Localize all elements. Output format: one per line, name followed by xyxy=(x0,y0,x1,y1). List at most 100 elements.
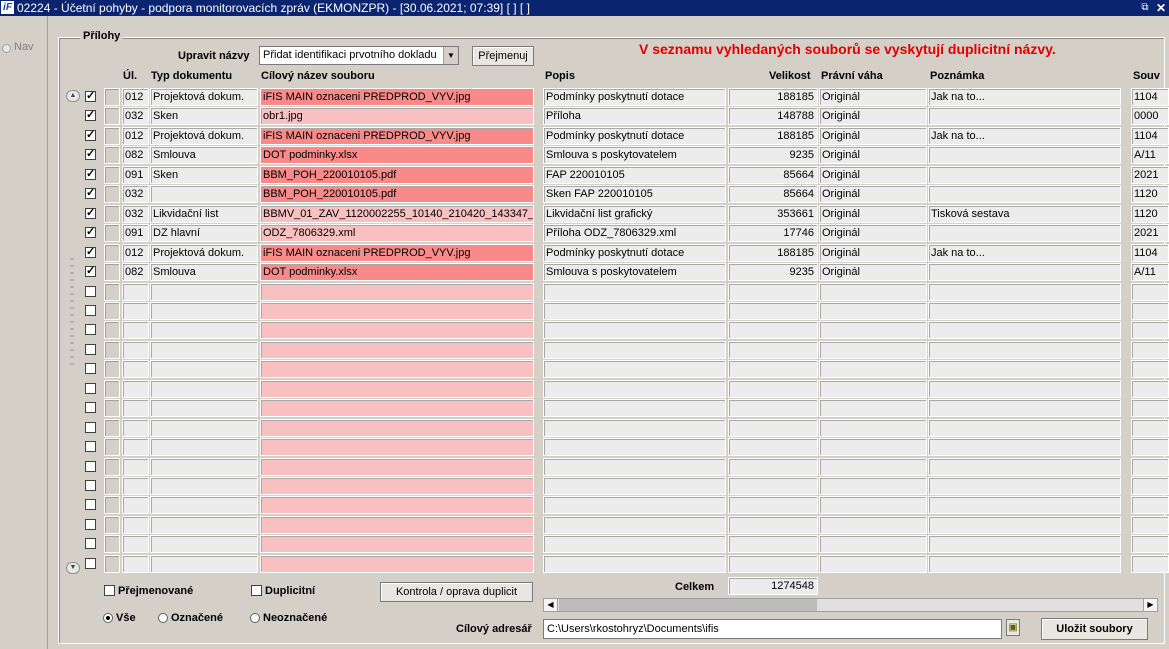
cell-pravni[interactable] xyxy=(819,516,927,534)
cell-poznamka[interactable] xyxy=(928,263,1121,281)
cell-poznamka[interactable] xyxy=(928,321,1121,339)
cell-poznamka[interactable] xyxy=(928,360,1121,378)
cell-ul[interactable] xyxy=(122,419,149,437)
cell-typ[interactable] xyxy=(150,399,258,417)
cell-souv[interactable] xyxy=(1131,438,1169,456)
row-selector[interactable] xyxy=(104,244,120,262)
cell-poznamka[interactable] xyxy=(928,496,1121,514)
cell-velikost[interactable] xyxy=(728,458,818,476)
row-selector[interactable] xyxy=(104,185,120,203)
cell-typ[interactable]: Likvidační list xyxy=(150,205,258,223)
row-checkbox[interactable]: ✓ xyxy=(85,149,96,160)
cell-cil[interactable] xyxy=(260,380,534,398)
row-selector[interactable] xyxy=(104,477,120,495)
cell-velikost[interactable]: 353661 xyxy=(728,205,818,223)
cell-ul[interactable]: 091 xyxy=(122,166,149,184)
horizontal-scroll-thumb[interactable] xyxy=(559,599,817,611)
cell-typ[interactable]: DZ hlavní xyxy=(150,224,258,242)
row-selector[interactable] xyxy=(104,166,120,184)
cell-cil[interactable] xyxy=(260,516,534,534)
cell-cil[interactable] xyxy=(260,302,534,320)
row-checkbox[interactable] xyxy=(85,519,96,530)
row-checkbox[interactable] xyxy=(85,402,96,413)
cell-pravni[interactable]: Originál xyxy=(819,263,927,281)
cell-popis[interactable]: Likvidační list grafický xyxy=(543,205,726,223)
cell-velikost[interactable]: 148788 xyxy=(728,107,818,125)
row-checkbox[interactable] xyxy=(85,363,96,374)
cell-velikost[interactable] xyxy=(728,419,818,437)
cell-cil[interactable] xyxy=(260,321,534,339)
grid-horizontal-scrollbar[interactable]: ◀ ▶ xyxy=(543,598,1158,612)
cell-souv[interactable] xyxy=(1131,555,1169,573)
row-checkbox[interactable]: ✓ xyxy=(85,247,96,258)
cell-popis[interactable]: Podmínky poskytnutí dotace xyxy=(543,244,726,262)
cell-souv[interactable]: 1120 xyxy=(1131,185,1169,203)
cell-velikost[interactable]: 85664 xyxy=(728,166,818,184)
check-duplicates-button[interactable]: Kontrola / oprava duplicit xyxy=(380,582,533,602)
cell-typ[interactable] xyxy=(150,438,258,456)
cell-ul[interactable]: 012 xyxy=(122,127,149,145)
cell-typ[interactable] xyxy=(150,283,258,301)
cell-pravni[interactable] xyxy=(819,341,927,359)
cell-cil[interactable]: iFIS MAIN oznaceni PREDPROD_VYV.jpg xyxy=(260,88,534,106)
cell-pravni[interactable] xyxy=(819,360,927,378)
cell-pravni[interactable] xyxy=(819,283,927,301)
cell-cil[interactable]: BBM_POH_220010105.pdf xyxy=(260,166,534,184)
cell-pravni[interactable]: Originál xyxy=(819,205,927,223)
row-checkbox[interactable] xyxy=(85,324,96,335)
cell-souv[interactable]: 2021 xyxy=(1131,224,1169,242)
cell-poznamka[interactable] xyxy=(928,477,1121,495)
cell-souv[interactable] xyxy=(1131,535,1169,553)
cell-velikost[interactable] xyxy=(728,516,818,534)
cell-poznamka[interactable] xyxy=(928,555,1121,573)
cell-velikost[interactable] xyxy=(728,321,818,339)
cell-typ[interactable]: Smlouva xyxy=(150,146,258,164)
cell-pravni[interactable] xyxy=(819,419,927,437)
scroll-left-icon[interactable]: ◀ xyxy=(544,599,558,611)
row-selector[interactable] xyxy=(104,205,120,223)
cell-souv[interactable] xyxy=(1131,360,1169,378)
cell-poznamka[interactable] xyxy=(928,146,1121,164)
target-dir-input[interactable]: C:\Users\rkostohryz\Documents\ifis xyxy=(543,619,1002,639)
row-selector[interactable] xyxy=(104,419,120,437)
cell-ul[interactable] xyxy=(122,438,149,456)
cell-souv[interactable] xyxy=(1131,380,1169,398)
cell-cil[interactable]: BBMV_01_ZAV_1120002255_10140_210420_1433… xyxy=(260,205,534,223)
cell-pravni[interactable]: Originál xyxy=(819,224,927,242)
cell-souv[interactable] xyxy=(1131,321,1169,339)
cell-cil[interactable] xyxy=(260,438,534,456)
cell-poznamka[interactable] xyxy=(928,380,1121,398)
cell-typ[interactable]: Projektová dokum. xyxy=(150,244,258,262)
duplicate-filter-checkbox[interactable] xyxy=(251,585,262,596)
cell-cil[interactable]: DOT podminky.xlsx xyxy=(260,263,534,281)
cell-poznamka[interactable] xyxy=(928,438,1121,456)
cell-velikost[interactable] xyxy=(728,477,818,495)
cell-popis[interactable]: Podmínky poskytnutí dotace xyxy=(543,127,726,145)
cell-ul[interactable] xyxy=(122,399,149,417)
cell-cil[interactable] xyxy=(260,535,534,553)
cell-ul[interactable] xyxy=(122,477,149,495)
row-selector[interactable] xyxy=(104,283,120,301)
cell-typ[interactable] xyxy=(150,185,258,203)
cell-velikost[interactable]: 17746 xyxy=(728,224,818,242)
cell-popis[interactable]: Příloha ODZ_7806329.xml xyxy=(543,224,726,242)
cell-ul[interactable]: 012 xyxy=(122,244,149,262)
rename-button[interactable]: Přejmenuj xyxy=(472,46,534,66)
cell-souv[interactable]: 2021 xyxy=(1131,166,1169,184)
cell-popis[interactable] xyxy=(543,458,726,476)
cell-typ[interactable]: Smlouva xyxy=(150,263,258,281)
cell-poznamka[interactable] xyxy=(928,185,1121,203)
cell-typ[interactable] xyxy=(150,419,258,437)
cell-poznamka[interactable] xyxy=(928,535,1121,553)
row-checkbox[interactable] xyxy=(85,305,96,316)
all-radio[interactable] xyxy=(103,613,113,623)
cell-typ[interactable]: Projektová dokum. xyxy=(150,88,258,106)
row-selector[interactable] xyxy=(104,496,120,514)
cell-pravni[interactable] xyxy=(819,321,927,339)
cell-velikost[interactable]: 188185 xyxy=(728,127,818,145)
row-selector[interactable] xyxy=(104,302,120,320)
cell-souv[interactable] xyxy=(1131,399,1169,417)
cell-poznamka[interactable] xyxy=(928,419,1121,437)
cell-pravni[interactable]: Originál xyxy=(819,146,927,164)
cell-souv[interactable]: 1104 xyxy=(1131,244,1169,262)
